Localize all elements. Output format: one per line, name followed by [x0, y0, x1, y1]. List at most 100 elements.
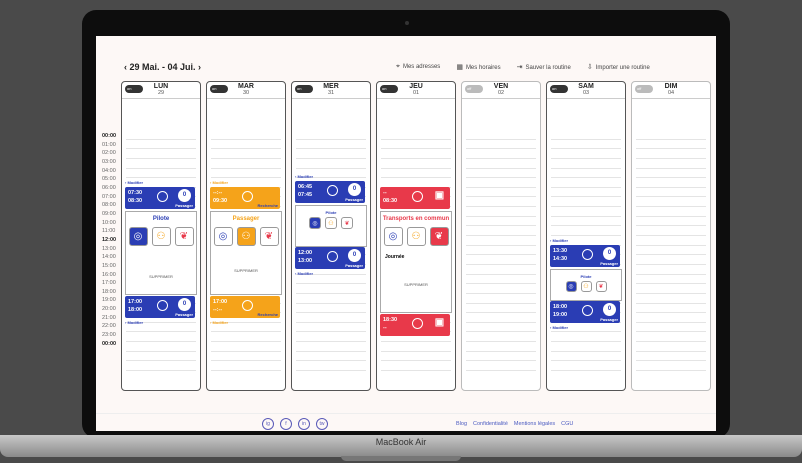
hour-slot[interactable] — [126, 361, 196, 372]
hour-slot[interactable] — [296, 159, 366, 169]
hour-slot[interactable] — [211, 361, 281, 372]
carpool-icon[interactable]: ⚇ — [580, 281, 592, 292]
hour-slot[interactable] — [381, 159, 451, 169]
hour-slot[interactable] — [296, 294, 366, 304]
chevron-right-icon[interactable]: › — [196, 62, 201, 72]
hour-slot[interactable] — [296, 140, 366, 150]
hour-slot[interactable] — [551, 226, 621, 237]
hour-slot[interactable] — [636, 217, 706, 227]
hour-slot[interactable] — [636, 275, 706, 285]
hour-slot[interactable] — [466, 188, 536, 198]
hour-slot[interactable] — [551, 178, 621, 188]
hour-slot[interactable] — [551, 207, 621, 217]
hour-slot[interactable] — [636, 246, 706, 256]
carpool-icon[interactable]: ⚇ — [325, 217, 337, 229]
steering-wheel-icon[interactable]: ◎ — [128, 227, 148, 246]
import-routine-link[interactable]: ⇩ Importer une routine — [587, 63, 650, 71]
modify-link[interactable]: › Modifier — [125, 320, 143, 325]
hour-slot[interactable] — [211, 332, 281, 343]
hour-slot[interactable] — [466, 226, 536, 237]
facebook-icon[interactable]: f — [280, 418, 292, 430]
hour-slot[interactable] — [466, 313, 536, 323]
hour-slot[interactable] — [636, 188, 706, 198]
hour-slot[interactable] — [466, 246, 536, 256]
modify-link[interactable]: › Modifier — [295, 271, 313, 276]
addresses-link[interactable]: ⌖ Mes adresses — [396, 63, 440, 71]
hour-slot[interactable] — [211, 149, 281, 159]
hour-slot[interactable] — [126, 140, 196, 150]
hour-slot[interactable] — [636, 255, 706, 265]
hour-slot[interactable] — [296, 304, 366, 314]
hour-slot[interactable] — [636, 159, 706, 169]
hour-slot[interactable] — [636, 342, 706, 352]
hour-slot[interactable] — [466, 130, 536, 140]
delete-button[interactable]: SUPPRIMER — [211, 268, 281, 273]
leaf-icon[interactable]: ❦ — [341, 217, 353, 229]
hour-slot[interactable] — [466, 304, 536, 314]
hour-slot[interactable] — [551, 159, 621, 169]
hour-slot[interactable] — [296, 342, 366, 352]
carpool-icon[interactable]: ⚇ — [406, 227, 426, 246]
modify-link[interactable]: › Modifier — [210, 320, 228, 325]
hour-slot[interactable] — [296, 130, 366, 140]
hour-slot[interactable] — [296, 361, 366, 372]
hour-slot[interactable] — [296, 149, 366, 159]
steering-wheel-icon[interactable]: ◎ — [565, 281, 577, 292]
hour-slot[interactable] — [381, 149, 451, 159]
hour-slot[interactable] — [381, 130, 451, 140]
hour-slot[interactable] — [381, 342, 451, 352]
hour-slot[interactable] — [551, 217, 621, 227]
hour-slot[interactable] — [296, 323, 366, 333]
hour-slot[interactable] — [551, 332, 621, 343]
hour-slot[interactable] — [466, 140, 536, 150]
blog-link[interactable]: Blog — [456, 421, 467, 427]
hour-slot[interactable] — [296, 284, 366, 294]
hour-slot[interactable] — [381, 140, 451, 150]
hour-slot[interactable] — [636, 226, 706, 237]
delete-button[interactable]: SUPPRIMER — [381, 282, 451, 287]
hour-slot[interactable] — [551, 352, 621, 362]
hour-slot[interactable] — [551, 130, 621, 140]
hour-slot[interactable] — [551, 140, 621, 150]
hour-slot[interactable] — [636, 304, 706, 314]
hour-slot[interactable] — [211, 130, 281, 140]
hour-slot[interactable] — [551, 149, 621, 159]
modify-link[interactable]: › Modifier — [210, 180, 228, 185]
period-select[interactable]: Journée — [385, 254, 451, 260]
modify-link[interactable]: › Modifier — [295, 174, 313, 179]
hour-slot[interactable] — [211, 352, 281, 362]
hour-slot[interactable] — [466, 323, 536, 333]
hour-slot[interactable] — [466, 159, 536, 169]
leaf-icon[interactable]: ❦ — [429, 227, 449, 246]
hour-slot[interactable] — [466, 361, 536, 372]
steering-wheel-icon[interactable]: ◎ — [213, 227, 233, 246]
hour-slot[interactable] — [466, 169, 536, 179]
hour-slot[interactable] — [466, 284, 536, 294]
hour-slot[interactable] — [551, 197, 621, 208]
trip-block-evening[interactable]: 18:30 -- ▣ — [380, 314, 450, 336]
trip-block-morning[interactable]: 07:30 08:30 0 Passager — [125, 187, 195, 209]
hour-slot[interactable] — [466, 265, 536, 275]
hour-slot[interactable] — [466, 275, 536, 285]
hour-slot[interactable] — [466, 342, 536, 352]
hour-slot[interactable] — [636, 265, 706, 275]
hour-slot[interactable] — [126, 169, 196, 179]
twitter-icon[interactable]: tw — [316, 418, 328, 430]
hour-slot[interactable] — [466, 236, 536, 246]
modify-link[interactable]: › Modifier — [550, 325, 568, 330]
hour-slot[interactable] — [636, 323, 706, 333]
schedules-link[interactable]: ▦ Mes horaires — [456, 63, 500, 71]
save-routine-link[interactable]: ⇥ Sauver la routine — [517, 63, 571, 71]
hour-slot[interactable] — [466, 352, 536, 362]
hour-slot[interactable] — [636, 313, 706, 323]
hour-slot[interactable] — [126, 130, 196, 140]
modify-link[interactable]: › Modifier — [125, 180, 143, 185]
hour-slot[interactable] — [296, 352, 366, 362]
steering-wheel-icon[interactable]: ◎ — [309, 217, 321, 229]
hour-slot[interactable] — [466, 255, 536, 265]
delete-button[interactable]: SUPPRIMER — [126, 274, 196, 279]
hour-slot[interactable] — [126, 352, 196, 362]
hour-slot[interactable] — [381, 352, 451, 362]
hour-slot[interactable] — [551, 361, 621, 372]
hour-slot[interactable] — [466, 178, 536, 188]
